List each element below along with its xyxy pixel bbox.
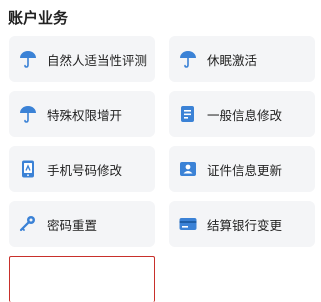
document-edit-icon: [177, 103, 199, 125]
umbrella-icon: [177, 48, 199, 70]
service-item-highlighted[interactable]: [9, 256, 155, 302]
service-item-suitability-assessment[interactable]: 自然人适当性评测: [9, 36, 155, 82]
service-item-label: 自然人适当性评测: [47, 52, 148, 68]
bank-card-icon: [177, 213, 199, 235]
service-item-general-info-edit[interactable]: 一般信息修改: [169, 91, 315, 137]
service-item-label: 手机号码修改: [47, 162, 123, 178]
service-item-label: 结算银行变更: [207, 217, 283, 233]
service-item-label: 一般信息修改: [207, 107, 283, 123]
id-card-icon: [177, 158, 199, 180]
umbrella-icon: [17, 48, 39, 70]
key-icon: [17, 213, 39, 235]
service-item-label: 密码重置: [47, 217, 98, 233]
service-item-bank-change[interactable]: 结算银行变更: [169, 201, 315, 247]
service-item-label: 特殊权限增开: [47, 107, 123, 123]
service-item-label: 休眠激活: [207, 52, 258, 68]
service-item-password-reset[interactable]: 密码重置: [9, 201, 155, 247]
service-item-id-update[interactable]: 证件信息更新: [169, 146, 315, 192]
service-item-special-permission[interactable]: 特殊权限增开: [9, 91, 155, 137]
service-item-label: 证件信息更新: [207, 162, 283, 178]
account-services-panel: 账户业务 自然人适当性评测 休眠激活 特殊权限增开 一般信息修改 手机号码修改 …: [0, 0, 321, 302]
section-title: 账户业务: [8, 9, 69, 27]
service-item-phone-edit[interactable]: 手机号码修改: [9, 146, 155, 192]
phone-icon: [17, 158, 39, 180]
service-item-dormant-activation[interactable]: 休眠激活: [169, 36, 315, 82]
service-grid: 自然人适当性评测 休眠激活 特殊权限增开 一般信息修改 手机号码修改 证件信息更…: [9, 36, 315, 302]
umbrella-icon: [17, 103, 39, 125]
